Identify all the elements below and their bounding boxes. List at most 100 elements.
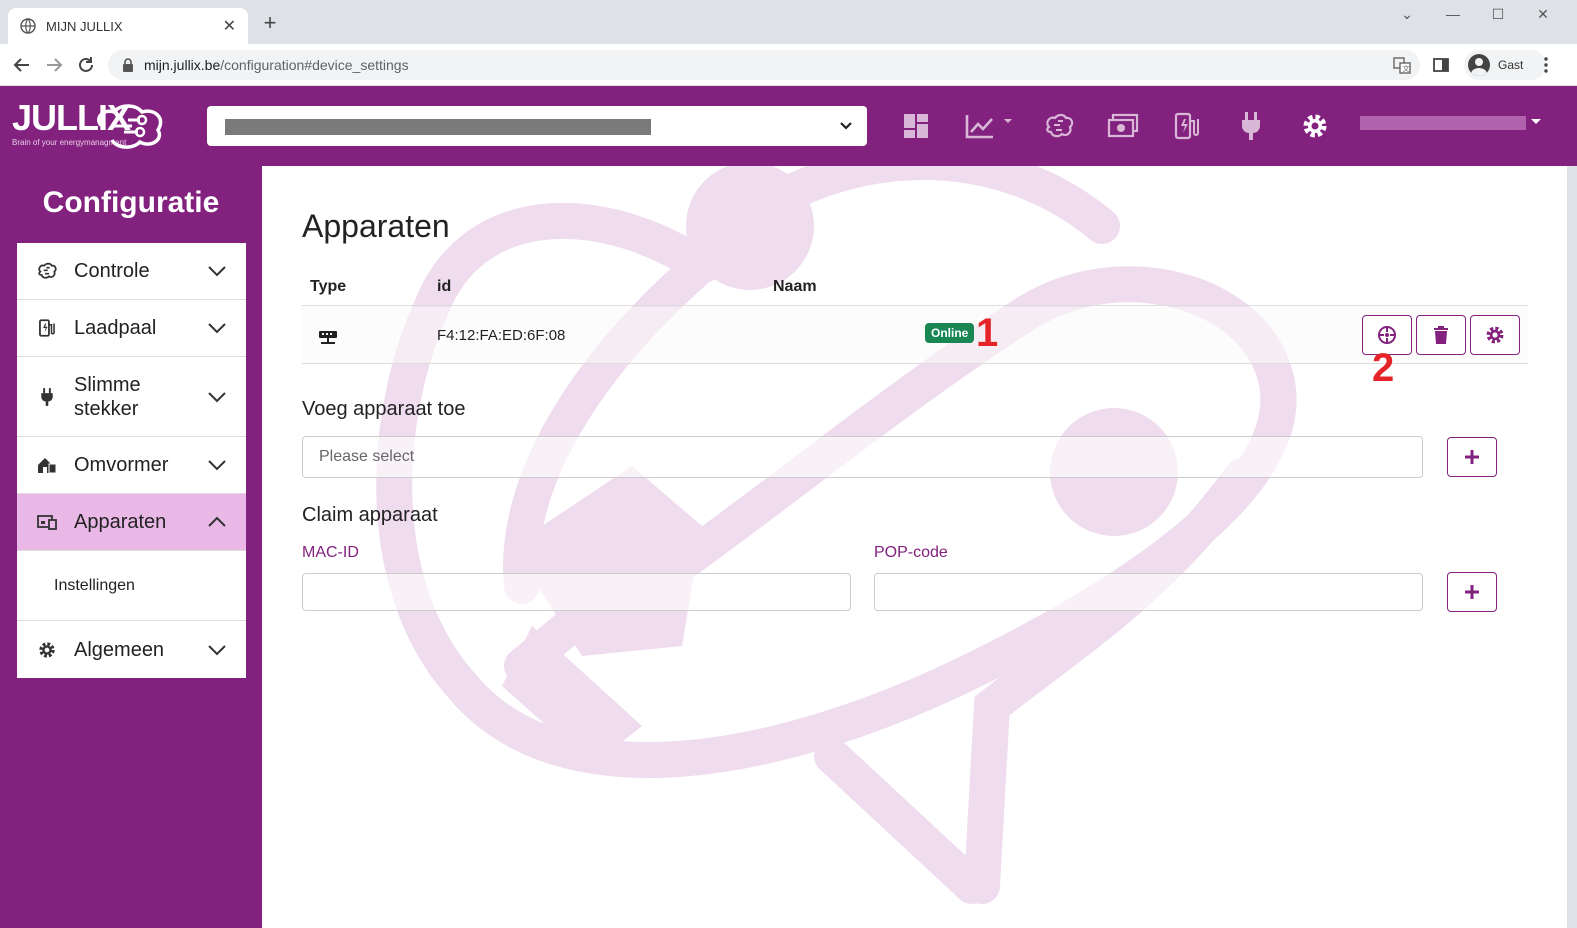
browser-menu-icon[interactable] [1538, 52, 1554, 78]
reload-button[interactable] [73, 52, 99, 78]
money-icon[interactable] [1105, 108, 1141, 144]
crosshair-icon [1378, 326, 1396, 344]
brain-icon [37, 261, 57, 281]
chevron-up-icon [208, 516, 226, 527]
column-header-id: id [437, 278, 452, 295]
devices-table-header: Type id Naam [302, 276, 1528, 306]
pop-code-input[interactable] [874, 573, 1423, 611]
tab-search-icon[interactable]: ⌄ [1392, 6, 1422, 23]
select-placeholder: Please select [319, 448, 415, 465]
user-menu-redacted[interactable] [1360, 116, 1526, 130]
plus-icon [1465, 585, 1479, 599]
solar-home-icon [37, 455, 57, 475]
charging-station-icon[interactable] [1169, 108, 1205, 144]
translate-icon[interactable]: 文 [1392, 52, 1412, 78]
delete-device-button[interactable] [1416, 315, 1466, 355]
side-panel-icon[interactable] [1432, 52, 1450, 78]
globe-icon [20, 18, 36, 34]
site-selector[interactable] [207, 106, 867, 146]
chevron-down-icon [208, 460, 226, 471]
gear-icon [37, 640, 57, 660]
pop-code-label: POP-code [874, 544, 948, 561]
browser-tab[interactable]: MIJN JULLIX ✕ [8, 8, 248, 44]
annotation-number: 1 [976, 311, 999, 355]
new-tab-button[interactable]: + [258, 12, 282, 36]
sidebar-item-controle[interactable]: Controle [17, 243, 246, 300]
settings-gear-icon[interactable] [1297, 108, 1333, 144]
sidebar-item-label: Laadpaal [74, 317, 157, 339]
sidebar-item-laadpaal[interactable]: Laadpaal [17, 300, 246, 357]
mac-id-label: MAC-ID [302, 544, 359, 561]
sidebar-item-slimme-stekker[interactable]: Slimme stekker [17, 357, 246, 437]
sidebar-item-label: Apparaten [74, 511, 167, 533]
maximize-button[interactable]: ☐ [1483, 6, 1513, 23]
devices-icon [37, 512, 57, 532]
chevron-down-icon [208, 266, 226, 277]
browser-toolbar: mijn.jullix.be/configuration#device_sett… [0, 44, 1577, 86]
sidebar-item-label: Algemeen [74, 638, 165, 661]
sidebar-title: Configuratie [42, 186, 220, 219]
sidebar: Configuratie Controle Laadpaal Slimme st… [0, 166, 262, 928]
sidebar-item-omvormer[interactable]: Omvormer [17, 437, 246, 494]
profile-button[interactable]: Gast [1464, 50, 1546, 80]
redacted-site-name [225, 119, 651, 135]
router-icon [319, 331, 337, 344]
url-host: mijn.jullix.be [144, 57, 221, 73]
page-title: Apparaten [302, 208, 450, 244]
reload-icon [79, 57, 93, 72]
app-header: JULLIX Brain of your energymanagment [0, 86, 1577, 166]
profile-name: Gast [1498, 58, 1524, 72]
sidebar-subitem-instellingen[interactable]: Instellingen [17, 551, 246, 621]
sidebar-menu: Controle Laadpaal Slimme stekker Omvorme… [17, 243, 246, 678]
trash-icon [1434, 326, 1448, 344]
minimize-button[interactable]: — [1438, 6, 1468, 22]
sidebar-item-algemeen[interactable]: Algemeen [17, 621, 246, 678]
sidebar-item-label: Omvormer [74, 454, 169, 476]
plus-icon [1465, 450, 1479, 464]
browser-tab-strip: MIJN JULLIX ✕ + ⌄ — ☐ ✕ [0, 0, 1577, 44]
address-bar[interactable]: mijn.jullix.be/configuration#device_sett… [108, 50, 1420, 80]
claim-device-button[interactable] [1447, 572, 1497, 612]
lock-icon [123, 58, 133, 72]
sidebar-item-label: Controle [74, 260, 150, 282]
sidebar-item-apparaten[interactable]: Apparaten [17, 494, 246, 551]
chevron-down-icon [840, 122, 852, 130]
close-tab-icon[interactable]: ✕ [223, 16, 236, 36]
device-type-select[interactable]: Please select [302, 436, 1423, 478]
tab-title: MIJN JULLIX [46, 18, 123, 34]
arrow-right-icon [47, 58, 63, 72]
column-header-type: Type [310, 278, 347, 295]
svg-text:文: 文 [1403, 64, 1410, 73]
add-device-title: Voeg apparaat toe [302, 398, 466, 420]
chevron-down-icon [208, 391, 226, 402]
table-row: F4:12:FA:ED:6F:08 Online 1 [302, 307, 1528, 364]
brain-icon[interactable] [1041, 108, 1077, 144]
gear-icon [1486, 326, 1504, 344]
claim-device-title: Claim apparaat [302, 504, 438, 526]
back-button[interactable] [9, 52, 35, 78]
status-badge: Online [925, 323, 975, 343]
logo-brain-plug-icon [97, 104, 163, 149]
chevron-down-icon [208, 644, 226, 655]
plug-icon [37, 387, 57, 407]
column-header-naam: Naam [773, 278, 817, 295]
forward-button[interactable] [41, 52, 67, 78]
device-id: F4:12:FA:ED:6F:08 [437, 327, 566, 344]
chart-icon[interactable] [962, 108, 1016, 144]
arrow-left-icon [13, 58, 29, 72]
caret-down-icon [1531, 119, 1541, 124]
add-device-button[interactable] [1447, 437, 1497, 477]
dashboard-icon[interactable] [898, 108, 934, 144]
sidebar-item-label: Slimme stekker [74, 373, 141, 420]
avatar [1468, 54, 1490, 76]
mac-id-input[interactable] [302, 573, 851, 611]
charging-station-icon [37, 318, 57, 338]
chevron-down-icon [208, 323, 226, 334]
plug-icon[interactable] [1233, 108, 1269, 144]
jullix-logo[interactable]: JULLIX Brain of your energymanagment [12, 100, 163, 149]
url-path: /configuration#device_settings [220, 57, 409, 73]
annotation-number: 2 [1372, 346, 1395, 390]
main-content: Apparaten Type id Naam F4:12:FA:ED:6F:08… [262, 166, 1567, 928]
close-window-button[interactable]: ✕ [1528, 6, 1558, 23]
device-settings-button[interactable] [1470, 315, 1520, 355]
